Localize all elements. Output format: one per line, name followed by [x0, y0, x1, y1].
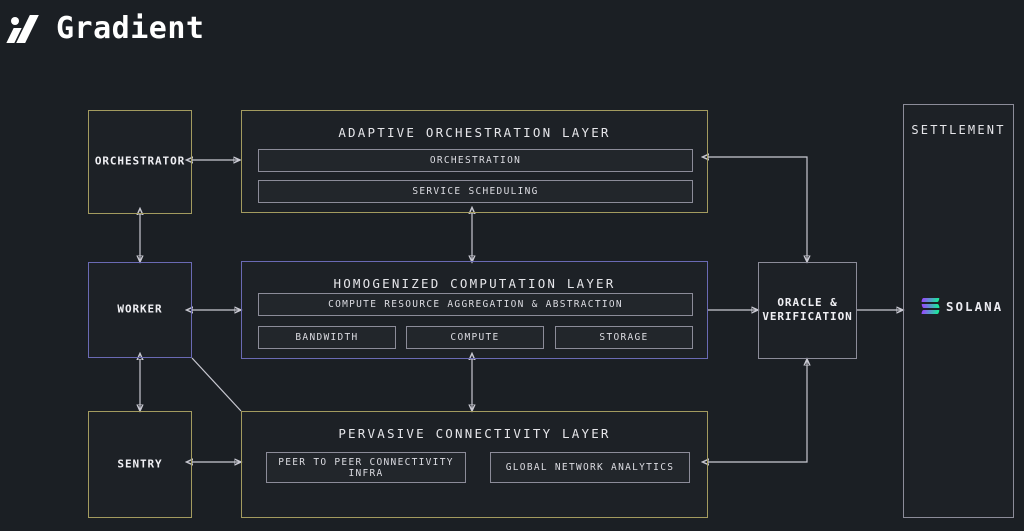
solana-logo-icon [921, 298, 940, 314]
node-sentry[interactable]: SENTRY [88, 411, 192, 518]
panel-settlement-title: SETTLEMENT [911, 123, 1006, 137]
node-oracle-verification[interactable]: ORACLE & VERIFICATION [758, 262, 857, 359]
brand-name: Gradient [56, 11, 205, 46]
subbox-bandwidth-label: BANDWIDTH [295, 332, 359, 343]
subbox-global-network-analytics-label: GLOBAL NETWORK ANALYTICS [505, 462, 675, 473]
layer-pervasive-connectivity[interactable]: PERVASIVE CONNECTIVITY LAYER PEER TO PEE… [241, 411, 708, 518]
subbox-orchestration-label: ORCHESTRATION [429, 155, 522, 166]
subbox-storage[interactable]: STORAGE [555, 326, 693, 349]
subbox-peer-to-peer-connectivity-infra[interactable]: PEER TO PEER CONNECTIVITY INFRA [266, 452, 466, 483]
node-oracle-verification-label: ORACLE & VERIFICATION [759, 296, 856, 326]
settlement-chain-name: SOLANA [946, 298, 1004, 314]
subbox-compute-resource-aggregation[interactable]: COMPUTE RESOURCE AGGREGATION & ABSTRACTI… [258, 293, 693, 316]
subbox-compute-resource-aggregation-label: COMPUTE RESOURCE AGGREGATION & ABSTRACTI… [328, 299, 623, 310]
layer-pervasive-connectivity-title: PERVASIVE CONNECTIVITY LAYER [338, 426, 611, 441]
gradient-slash-icon [6, 14, 46, 44]
oracle-line-2: VERIFICATION [762, 310, 853, 324]
subbox-global-network-analytics[interactable]: GLOBAL NETWORK ANALYTICS [490, 452, 690, 483]
layer-adaptive-orchestration[interactable]: ADAPTIVE ORCHESTRATION LAYER ORCHESTRATI… [241, 110, 708, 213]
brand-logo: Gradient [6, 8, 205, 50]
subbox-service-scheduling[interactable]: SERVICE SCHEDULING [258, 180, 693, 203]
subbox-bandwidth[interactable]: BANDWIDTH [258, 326, 396, 349]
node-worker[interactable]: WORKER [88, 262, 192, 358]
layer-adaptive-orchestration-title: ADAPTIVE ORCHESTRATION LAYER [338, 125, 611, 140]
subbox-storage-label: STORAGE [599, 332, 649, 343]
subbox-compute-label: COMPUTE [450, 332, 500, 343]
settlement-chain-solana[interactable]: SOLANA [921, 298, 1004, 314]
oracle-line-1: ORACLE & [777, 295, 838, 309]
node-sentry-label: SENTRY [117, 457, 163, 471]
layer-homogenized-computation-title: HOMOGENIZED COMPUTATION LAYER [333, 276, 616, 291]
node-orchestrator[interactable]: ORCHESTRATOR [88, 110, 192, 214]
subbox-compute[interactable]: COMPUTE [406, 326, 544, 349]
node-orchestrator-label: ORCHESTRATOR [94, 154, 186, 168]
node-worker-label: WORKER [117, 302, 163, 316]
subbox-orchestration[interactable]: ORCHESTRATION [258, 149, 693, 172]
subbox-peer-to-peer-connectivity-infra-label: PEER TO PEER CONNECTIVITY INFRA [278, 456, 454, 479]
subbox-service-scheduling-label: SERVICE SCHEDULING [412, 186, 539, 197]
layer-homogenized-computation[interactable]: HOMOGENIZED COMPUTATION LAYER COMPUTE RE… [241, 261, 708, 359]
